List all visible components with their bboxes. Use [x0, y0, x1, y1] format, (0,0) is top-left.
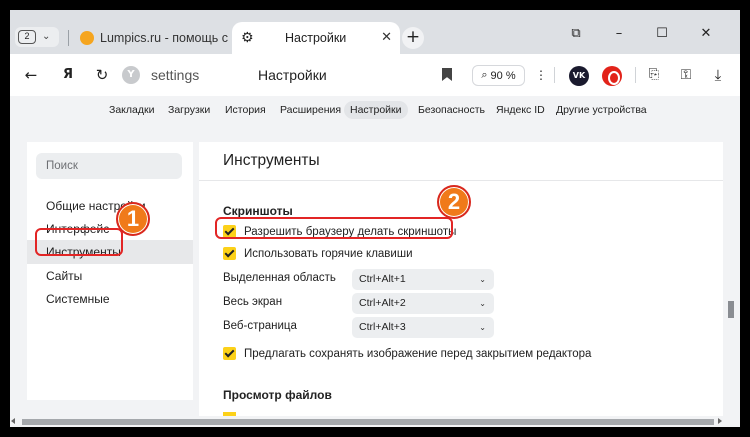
- yandex-logo-icon[interactable]: Я: [57, 64, 79, 86]
- tab-lumpics[interactable]: Lumpics.ru - помощь с ком: [80, 27, 232, 49]
- chevron-down-icon: ⌄: [479, 299, 486, 308]
- more-dots-icon[interactable]: ⋮: [530, 64, 552, 86]
- close-window-button[interactable]: ✕: [696, 24, 716, 44]
- page-title: Инструменты: [223, 152, 320, 169]
- shortcut-select-webpage[interactable]: Ctrl+Alt+3 ⌄: [352, 317, 494, 338]
- shortcut-value: Ctrl+Alt+1: [359, 273, 406, 285]
- vk-extension-icon[interactable]: VK: [569, 66, 589, 86]
- settings-sidebar: Общие настройки Интерфейс Инструменты Са…: [27, 142, 193, 400]
- browser-window: 2 ⌄ Lumpics.ru - помощь с ком ⚙ Настройк…: [10, 10, 740, 427]
- gear-icon: ⚙: [241, 30, 254, 46]
- chevron-down-icon: ⌄: [42, 31, 51, 42]
- toolbar-divider: [635, 67, 636, 83]
- panel-header: Инструменты: [199, 142, 723, 181]
- nav-yandex-id[interactable]: Яндекс ID: [496, 101, 545, 119]
- collections-icon[interactable]: ⎘: [643, 64, 665, 86]
- shortcut-row: Выделенная область Ctrl+Alt+1 ⌄: [223, 269, 503, 290]
- restore-button[interactable]: ☐: [652, 24, 672, 44]
- nav-other-devices[interactable]: Другие устройства: [556, 101, 647, 119]
- vertical-scroll-thumb[interactable]: [728, 301, 734, 318]
- file-view-heading: Просмотр файлов: [223, 388, 332, 402]
- tab-divider: [68, 30, 69, 46]
- download-icon[interactable]: ⤓: [707, 64, 729, 86]
- hotkeys-option[interactable]: Использовать горячие клавиши: [223, 247, 413, 260]
- nav-security[interactable]: Безопасность: [418, 101, 485, 119]
- nav-bookmarks[interactable]: Закладки: [109, 101, 154, 119]
- shortcut-value: Ctrl+Alt+2: [359, 297, 406, 309]
- tab-count: 2: [18, 30, 36, 44]
- scroll-right-icon[interactable]: [718, 418, 722, 424]
- reload-icon[interactable]: ↻: [91, 64, 113, 86]
- site-info-icon[interactable]: Y: [122, 66, 140, 84]
- hotkeys-checkbox[interactable]: [223, 247, 236, 260]
- zoom-indicator[interactable]: ⌕ 90 %: [472, 65, 525, 86]
- sidebar-item-sites[interactable]: Сайты: [46, 268, 82, 284]
- nav-extensions[interactable]: Расширения: [280, 101, 341, 119]
- horizontal-scrollbar[interactable]: [10, 416, 740, 427]
- tab-title: Lumpics.ru - помощь с ком: [100, 31, 232, 45]
- address-url[interactable]: settings: [151, 67, 199, 83]
- step-badge-2: 2: [437, 185, 471, 219]
- new-tab-button[interactable]: +: [402, 27, 424, 49]
- shortcut-label: Весь экран: [223, 296, 283, 308]
- settings-page: Закладки Загрузки История Расширения Нас…: [10, 96, 740, 416]
- sidebar-item-system[interactable]: Системные: [46, 291, 110, 307]
- vertical-scrollbar[interactable]: [723, 96, 740, 416]
- offer-save-label: Предлагать сохранять изображение перед з…: [244, 347, 592, 360]
- hotkeys-label: Использовать горячие клавиши: [244, 247, 413, 260]
- highlight-tools-callout: [35, 228, 123, 256]
- shortcut-row: Веб-страница Ctrl+Alt+3 ⌄: [223, 317, 503, 338]
- offer-save-option[interactable]: Предлагать сохранять изображение перед з…: [223, 347, 591, 360]
- scroll-left-icon[interactable]: [11, 418, 15, 424]
- shortcut-select-area[interactable]: Ctrl+Alt+1 ⌄: [352, 269, 494, 290]
- chevron-down-icon: ⌄: [479, 275, 486, 284]
- search-input[interactable]: [36, 153, 182, 179]
- tab-manager-icon[interactable]: ⧉: [566, 24, 586, 44]
- minimize-button[interactable]: –: [609, 24, 629, 44]
- settings-main-panel: Инструменты Скриншоты Разрешить браузеру…: [199, 142, 723, 416]
- tab-counter-button[interactable]: 2 ⌄: [15, 27, 59, 47]
- settings-nav: Закладки Загрузки История Расширения Нас…: [10, 96, 740, 126]
- shortcut-row: Весь экран Ctrl+Alt+2 ⌄: [223, 293, 503, 314]
- nav-history[interactable]: История: [225, 101, 266, 119]
- step-badge-1: 1: [116, 202, 150, 236]
- offer-save-checkbox[interactable]: [223, 347, 236, 360]
- magnifier-icon: ⌕: [481, 69, 488, 81]
- toolbar-divider: [554, 67, 555, 83]
- horizontal-scroll-thumb[interactable]: [22, 419, 714, 425]
- nav-downloads[interactable]: Загрузки: [168, 101, 210, 119]
- close-tab-icon[interactable]: ✕: [381, 31, 392, 44]
- passwords-icon[interactable]: ⚿: [675, 64, 697, 86]
- nav-settings[interactable]: Настройки: [344, 101, 408, 119]
- lumpics-favicon-icon: [80, 31, 94, 45]
- shortcut-select-fullscreen[interactable]: Ctrl+Alt+2 ⌄: [352, 293, 494, 314]
- tab-strip: 2 ⌄ Lumpics.ru - помощь с ком ⚙ Настройк…: [10, 10, 740, 54]
- bookmark-icon[interactable]: [442, 68, 452, 81]
- highlight-allow-callout: [215, 217, 453, 239]
- back-arrow-icon[interactable]: ←: [20, 64, 42, 86]
- shortcut-label: Веб-страница: [223, 320, 297, 332]
- address-page-title: Настройки: [258, 67, 327, 83]
- shortcut-value: Ctrl+Alt+3: [359, 321, 406, 333]
- screenshots-heading: Скриншоты: [223, 204, 293, 218]
- toolbar: ← Я ↻ Y settings Настройки ⌕ 90 % ⋮ VK ⎘…: [10, 54, 740, 96]
- shortcut-label: Выделенная область: [223, 272, 336, 284]
- chevron-down-icon: ⌄: [479, 323, 486, 332]
- tab-title: Настройки: [285, 31, 347, 45]
- red-extension-icon[interactable]: [602, 66, 622, 86]
- zoom-value: 90 %: [490, 69, 516, 82]
- tab-settings[interactable]: ⚙ Настройки ✕: [232, 22, 400, 54]
